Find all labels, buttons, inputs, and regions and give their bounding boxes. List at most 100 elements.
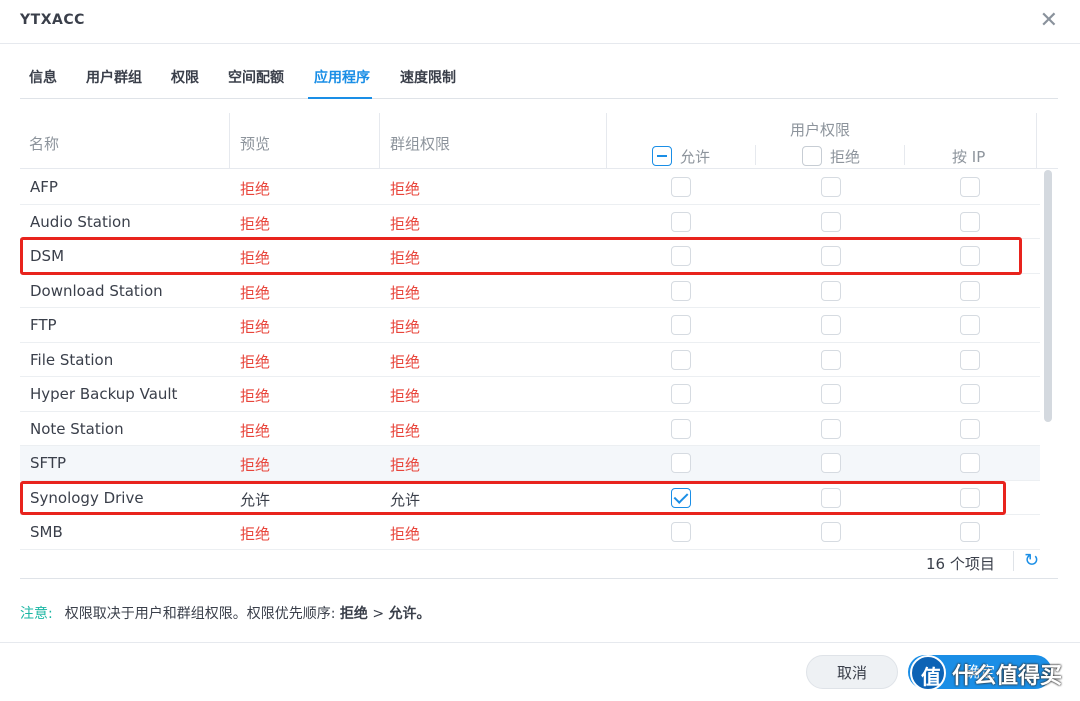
header-subdivider (904, 145, 905, 165)
table-row[interactable]: SMB 拒绝 拒绝 (20, 515, 1040, 550)
header-divider (229, 113, 230, 169)
by-ip-checkbox[interactable] (960, 211, 980, 232)
watermark-logo-icon: 值 (910, 655, 946, 691)
deny-checkbox[interactable] (821, 246, 841, 266)
by-ip-checkbox[interactable] (960, 280, 980, 301)
deny-checkbox[interactable] (821, 418, 841, 439)
deny-checkbox[interactable] (821, 487, 841, 508)
app-name: File Station (30, 350, 114, 369)
preview-value: 拒绝 (240, 525, 271, 543)
note-deny: 拒绝 (339, 606, 368, 622)
deny-checkbox[interactable] (821, 177, 841, 197)
preview-value: 拒绝 (240, 421, 271, 440)
by-ip-checkbox[interactable] (960, 487, 980, 508)
watermark-text: 什么值得买 (952, 664, 1063, 689)
note-end: 。 (416, 606, 431, 622)
table-row[interactable]: Audio Station 拒绝 拒绝 (20, 205, 1040, 239)
allow-checkbox[interactable] (671, 211, 691, 232)
header-preview[interactable]: 预览 (240, 133, 270, 154)
header-by-ip: 按 IP (952, 148, 986, 166)
app-name: SMB (30, 523, 63, 541)
app-name: Audio Station (30, 212, 131, 231)
preview-value: 拒绝 (240, 283, 271, 302)
table-row[interactable]: FTP 拒绝 拒绝 (20, 308, 1040, 343)
allow-checkbox[interactable] (671, 280, 691, 301)
allow-all-checkbox[interactable] (652, 146, 672, 166)
header-divider (379, 113, 380, 169)
deny-all-checkbox[interactable] (802, 146, 822, 166)
tab-quota[interactable]: 空间配额 (228, 67, 284, 87)
deny-checkbox[interactable] (821, 453, 841, 473)
by-ip-checkbox[interactable] (960, 246, 980, 266)
app-name: Note Station (30, 419, 124, 438)
allow-checkbox[interactable] (671, 384, 691, 404)
preview-value: 拒绝 (240, 387, 271, 405)
header-divider (1036, 113, 1037, 169)
group-permission-value: 允许 (390, 490, 421, 509)
note-text: 权限取决于用户和群组权限。权限优先顺序: (64, 606, 336, 622)
deny-checkbox[interactable] (821, 315, 841, 335)
window-title: YTXACC (20, 12, 85, 28)
header-name[interactable]: 名称 (29, 133, 59, 154)
app-name: Hyper Backup Vault (30, 385, 178, 403)
allow-checkbox[interactable] (671, 418, 691, 439)
app-name: Download Station (30, 281, 163, 300)
allow-checkbox[interactable] (671, 453, 691, 473)
allow-checkbox[interactable] (671, 315, 691, 335)
tab-info[interactable]: 信息 (29, 67, 57, 87)
deny-checkbox[interactable] (821, 349, 841, 370)
deny-checkbox[interactable] (821, 211, 841, 232)
vertical-scrollbar[interactable] (1044, 170, 1052, 422)
allow-checkbox[interactable] (671, 177, 691, 197)
deny-checkbox[interactable] (821, 522, 841, 542)
table-row[interactable]: SFTP 拒绝 拒绝 (20, 446, 1040, 481)
app-name: SFTP (30, 454, 67, 472)
table-row[interactable]: Download Station 拒绝 拒绝 (20, 274, 1040, 308)
preview-value: 拒绝 (240, 456, 271, 474)
refresh-icon[interactable]: ↻ (1024, 550, 1039, 571)
by-ip-checkbox[interactable] (960, 453, 980, 473)
grid-header: 名称 预览 群组权限 用户权限 允许 拒绝 按 IP (20, 113, 1058, 169)
table-row[interactable]: Synology Drive 允许 允许 (20, 481, 1040, 515)
table-row[interactable]: AFP 拒绝 拒绝 (20, 170, 1040, 205)
by-ip-checkbox[interactable] (960, 522, 980, 542)
tab-user-groups[interactable]: 用户群组 (86, 67, 142, 87)
app-name: DSM (30, 247, 65, 265)
tab-speed-limit[interactable]: 速度限制 (400, 67, 456, 87)
by-ip-checkbox[interactable] (960, 384, 980, 404)
allow-checkbox[interactable] (671, 487, 691, 508)
header-group-permission[interactable]: 群组权限 (390, 133, 450, 154)
preview-value: 拒绝 (240, 180, 271, 198)
app-name: Synology Drive (30, 488, 144, 507)
table-row[interactable]: Hyper Backup Vault 拒绝 拒绝 (20, 377, 1040, 412)
deny-checkbox[interactable] (821, 280, 841, 301)
preview-value: 拒绝 (240, 214, 271, 233)
by-ip-checkbox[interactable] (960, 418, 980, 439)
watermark-badge-text: 值 (921, 665, 941, 689)
table-row[interactable]: Note Station 拒绝 拒绝 (20, 412, 1040, 446)
by-ip-checkbox[interactable] (960, 315, 980, 335)
group-permission-value: 拒绝 (390, 352, 421, 371)
header-deny: 拒绝 (830, 148, 861, 166)
watermark: 值 什么值得买 (910, 655, 1070, 693)
group-permission-value: 拒绝 (390, 456, 421, 474)
close-icon[interactable]: ✕ (1040, 8, 1058, 33)
cancel-button[interactable]: 取消 (806, 655, 898, 689)
active-tab-indicator (308, 84, 372, 99)
header-user-permission: 用户权限 (790, 121, 851, 139)
preview-value: 拒绝 (240, 249, 271, 267)
tab-permissions[interactable]: 权限 (171, 67, 199, 87)
table-row[interactable]: File Station 拒绝 拒绝 (20, 343, 1040, 377)
preview-value: 允许 (240, 490, 271, 509)
deny-checkbox[interactable] (821, 384, 841, 404)
by-ip-checkbox[interactable] (960, 349, 980, 370)
preview-value: 拒绝 (240, 352, 271, 371)
table-row[interactable]: DSM 拒绝 拒绝 (20, 239, 1040, 274)
allow-checkbox[interactable] (671, 349, 691, 370)
allow-checkbox[interactable] (671, 522, 691, 542)
by-ip-checkbox[interactable] (960, 177, 980, 197)
app-name: AFP (30, 178, 58, 196)
group-permission-value: 拒绝 (390, 283, 421, 302)
preview-value: 拒绝 (240, 318, 271, 336)
allow-checkbox[interactable] (671, 246, 691, 266)
